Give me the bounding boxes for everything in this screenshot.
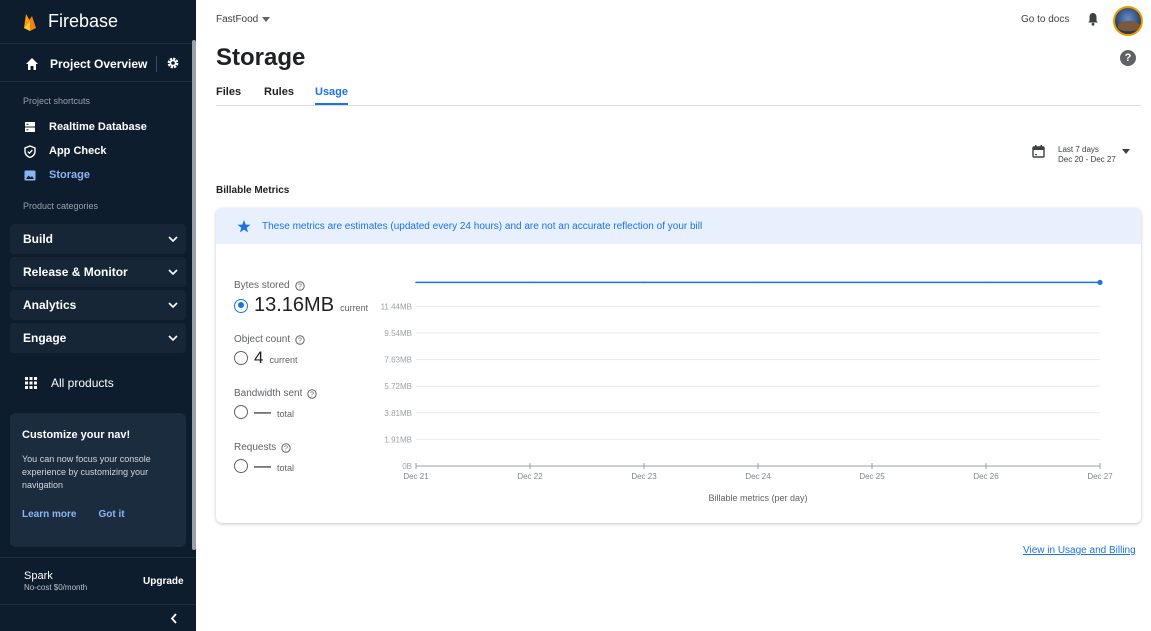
date-range-value: Dec 20 - Dec 27 [1058,154,1116,164]
customize-title: Customize your nav! [22,429,131,441]
x-tick-label: Dec 27 [1087,472,1113,481]
go-to-docs-link[interactable]: Go to docs [1021,14,1069,25]
x-tick-label: Dec 23 [631,472,657,481]
all-products-link[interactable]: All products [0,365,196,401]
billable-metrics-card: These metrics are estimates (updated eve… [216,208,1141,523]
y-tick-label: 11.44MB [381,302,412,311]
view-usage-billing-link[interactable]: View in Usage and Billing [1023,545,1136,556]
data-point [757,281,759,284]
database-icon [25,122,35,132]
category-label: Release & Monitor [23,265,128,279]
got-it-button[interactable]: Got it [98,509,124,520]
chevron-left-icon [170,613,177,624]
sidebar-item-realtime-database[interactable]: Realtime Database [0,115,196,139]
storage-icon [24,170,36,180]
shield-check-icon [24,144,36,158]
apps-grid-icon [25,377,37,389]
data-point [529,281,531,284]
x-tick-label: Dec 24 [745,472,771,481]
firebase-logo-icon [24,13,36,31]
y-tick-label: 3.81MB [384,409,412,418]
chevron-down-icon [168,302,178,308]
sidebar-header[interactable]: Firebase [0,0,196,44]
category-label: Build [23,232,53,246]
x-tick-label: Dec 26 [973,472,999,481]
tab-files[interactable]: Files [216,86,241,98]
x-tick-label: Dec 22 [517,472,543,481]
upgrade-button[interactable]: Upgrade [143,576,184,587]
chevron-down-icon [168,269,178,275]
date-range-selector[interactable]: Last 7 days Dec 20 - Dec 27 [1032,145,1130,164]
sidebar: Firebase Project Overview Project shortc… [0,0,196,631]
x-tick-label: Dec 25 [859,472,885,481]
learn-more-link[interactable]: Learn more [22,509,76,520]
category-build[interactable]: Build [10,224,186,254]
project-selector[interactable]: FastFood [216,14,271,25]
usage-line-chart: 0B 1.91MB 3.81MB 5.72MB 7.63MB 9.54MB 11.44MB D… [381,279,1113,503]
y-tick-label: 0B [402,462,412,471]
help-icon[interactable]: ? [1120,50,1136,66]
category-analytics[interactable]: Analytics [10,290,186,320]
caret-down-icon [262,17,271,22]
tab-usage[interactable]: Usage [315,86,349,105]
all-products-label: All products [51,376,114,390]
categories-section-label: Product categories [23,201,99,211]
sidebar-item-label: Realtime Database [49,121,147,133]
gear-icon[interactable] [166,56,180,70]
divider [156,56,157,72]
x-tick-label: Dec 21 [403,472,429,481]
project-overview-link[interactable]: Project Overview [0,46,196,82]
y-tick-label: 7.63MB [384,356,412,365]
plan-section: Spark No-cost $0/month Upgrade [0,557,196,603]
x-axis-title: Billable metrics (per day) [708,493,807,503]
chevron-down-icon [168,236,178,242]
date-range-title: Last 7 days [1058,145,1099,154]
category-label: Analytics [23,298,77,312]
sidebar-scrollbar[interactable] [192,40,196,550]
chevron-down-icon [168,335,178,341]
customize-text: You can now focus your console experienc… [22,454,151,491]
data-point [643,281,645,284]
top-bar: FastFood Go to docs [196,0,1151,40]
y-tick-label: 5.72MB [384,382,412,391]
y-tick-label: 9.54MB [384,329,412,338]
shortcuts-section-label: Project shortcuts [23,96,91,106]
billable-metrics-label: Billable Metrics [216,185,290,196]
sidebar-item-app-check[interactable]: App Check [0,139,196,163]
data-point [985,281,987,284]
sidebar-item-label: App Check [49,145,107,157]
collapse-sidebar-button[interactable] [0,604,196,631]
avatar[interactable] [1113,6,1143,36]
category-release-monitor[interactable]: Release & Monitor [10,257,186,287]
customize-nav-card: Customize your nav! You can now focus yo… [10,413,186,547]
calendar-icon [1032,145,1045,158]
category-label: Engage [23,331,67,345]
project-name: FastFood [216,14,259,25]
brand-name: Firebase [48,11,119,31]
sidebar-item-storage[interactable]: Storage [0,163,196,187]
tab-bar: Files Rules Usage [216,86,1141,106]
bell-icon[interactable] [1087,12,1099,26]
caret-down-icon [1121,149,1130,154]
project-overview-label: Project Overview [50,56,148,71]
page-title: Storage [216,44,306,71]
category-engage[interactable]: Engage [10,323,186,353]
home-icon [26,57,38,70]
sidebar-item-label: Storage [49,169,90,181]
data-point [871,281,873,284]
tab-rules[interactable]: Rules [264,86,294,98]
y-tick-label: 1.91MB [384,435,412,444]
data-point [415,281,417,284]
data-point [1097,279,1103,286]
